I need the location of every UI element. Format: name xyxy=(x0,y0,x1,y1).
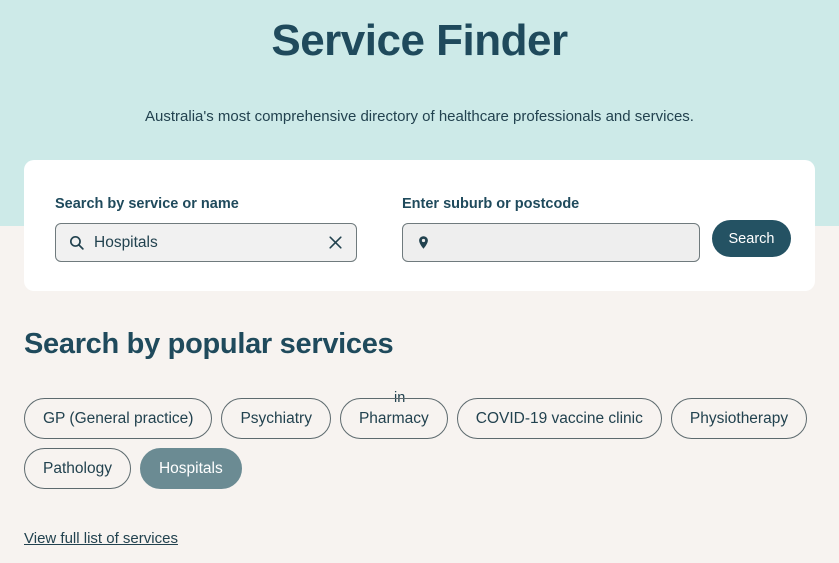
location-field-group: Enter suburb or postcode xyxy=(402,194,700,262)
service-chip[interactable]: Pharmacy xyxy=(339,398,448,439)
service-chip[interactable]: GP (General practice) xyxy=(24,398,213,439)
service-chip[interactable]: Pathology xyxy=(24,448,131,489)
service-input-shell[interactable] xyxy=(55,223,357,262)
popular-services-chips: GP (General practice) Psychiatry Pharmacy C… xyxy=(24,398,824,489)
service-chip[interactable]: Hospitals xyxy=(139,448,242,489)
search-button[interactable]: Search xyxy=(712,220,791,257)
close-icon[interactable] xyxy=(323,231,347,255)
service-chip[interactable]: COVID-19 vaccine clinic xyxy=(456,398,662,439)
search-card: Search by service or name in Enter subur… xyxy=(24,160,815,406)
location-input-shell[interactable] xyxy=(402,223,700,262)
view-full-list-link[interactable]: View full list of services xyxy=(24,528,178,549)
service-field-group: Search by service or name xyxy=(55,194,357,262)
popular-services-heading: Search by popular services xyxy=(24,328,394,360)
hero-subtitle: Australia's most comprehensive directory… xyxy=(145,108,694,125)
location-input[interactable] xyxy=(441,224,651,261)
service-chip[interactable]: Psychiatry xyxy=(221,398,331,439)
search-input[interactable] xyxy=(94,224,304,261)
search-icon xyxy=(67,234,85,252)
page-title: Service Finder xyxy=(271,16,568,65)
location-field-label: Enter suburb or postcode xyxy=(402,196,580,212)
service-field-label: Search by service or name xyxy=(55,196,239,212)
service-chip[interactable]: Physiotherapy xyxy=(670,398,808,439)
map-pin-icon xyxy=(414,234,432,252)
